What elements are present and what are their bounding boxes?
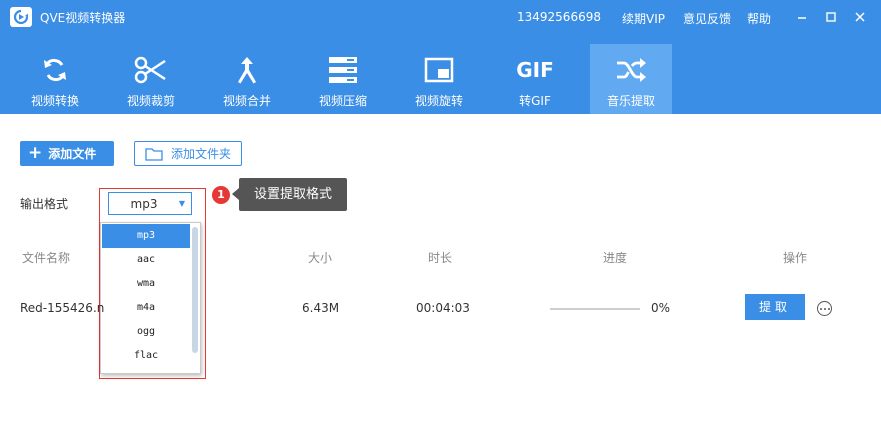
tab-to-gif[interactable]: GIF 转GIF <box>494 44 576 114</box>
column-header-duration: 时长 <box>428 251 453 265</box>
app-logo-icon <box>10 7 32 27</box>
output-format-select[interactable]: mp3 ▼ <box>108 192 192 215</box>
more-options-icon[interactable] <box>817 301 832 316</box>
compress-icon <box>329 57 357 83</box>
tab-video-convert[interactable]: 视频转换 <box>14 44 96 114</box>
maximize-icon[interactable] <box>823 9 839 25</box>
column-header-name: 文件名称 <box>22 251 71 265</box>
app-title: QVE视频转换器 <box>40 11 126 25</box>
title-bar: QVE视频转换器 13492566698 续期VIP 意见反馈 帮助 <box>0 0 881 34</box>
tab-video-crop[interactable]: 视频裁剪 <box>110 44 192 114</box>
tab-label: 视频旋转 <box>414 94 463 108</box>
column-header-actions: 操作 <box>783 251 808 265</box>
extract-button[interactable]: 提取 <box>745 294 805 320</box>
tab-label: 视频合并 <box>222 94 271 108</box>
add-folder-label: 添加文件夹 <box>171 147 232 161</box>
tab-label: 视频压缩 <box>318 94 367 108</box>
file-name: Red-155426.n <box>20 301 105 315</box>
add-file-button[interactable]: + 添加文件 <box>20 141 114 166</box>
tab-label: 音乐提取 <box>606 94 655 108</box>
column-header-size: 大小 <box>308 251 333 265</box>
app-header: QVE视频转换器 13492566698 续期VIP 意见反馈 帮助 视频转换 … <box>0 0 881 114</box>
tab-label: 视频裁剪 <box>126 94 175 108</box>
help-link[interactable]: 帮助 <box>747 10 771 27</box>
refresh-icon <box>44 58 66 82</box>
feedback-link[interactable]: 意见反馈 <box>683 10 731 27</box>
format-tooltip: 设置提取格式 <box>239 178 347 211</box>
format-option-wma[interactable]: wma <box>102 272 190 296</box>
close-icon[interactable] <box>852 9 868 25</box>
column-header-progress: 进度 <box>603 251 628 265</box>
add-file-label: 添加文件 <box>48 147 97 161</box>
output-format-label: 输出格式 <box>20 197 69 211</box>
renew-vip-link[interactable]: 续期VIP <box>622 10 665 27</box>
tooltip-arrow <box>232 188 239 200</box>
format-option-flac[interactable]: flac <box>102 344 190 368</box>
plus-icon: + <box>28 143 43 163</box>
file-size: 6.43M <box>302 301 340 315</box>
account-phone[interactable]: 13492566698 <box>517 10 601 24</box>
tab-video-rotate[interactable]: 视频旋转 <box>398 44 480 114</box>
tab-video-compress[interactable]: 视频压缩 <box>302 44 384 114</box>
file-duration: 00:04:03 <box>416 301 470 315</box>
folder-icon <box>145 147 163 161</box>
progress-percent: 0% <box>651 301 671 315</box>
scissors-icon <box>134 56 166 84</box>
shuffle-icon <box>617 58 646 82</box>
format-option-ogg[interactable]: ogg <box>102 320 190 344</box>
rotate-icon <box>424 57 454 83</box>
format-dropdown: mp3 aac wma m4a ogg flac <box>100 222 201 374</box>
dropdown-scrollbar[interactable] <box>192 227 198 353</box>
format-option-mp3[interactable]: mp3 <box>102 224 190 248</box>
minimize-icon[interactable] <box>794 9 810 25</box>
format-option-m4a[interactable]: m4a <box>102 296 190 320</box>
tab-label: 转GIF <box>519 94 551 108</box>
tab-label: 视频转换 <box>30 94 79 108</box>
format-option-aac[interactable]: aac <box>102 248 190 272</box>
add-folder-button[interactable]: 添加文件夹 <box>134 141 242 166</box>
selected-format: mp3 <box>130 197 158 211</box>
gif-icon: GIF <box>516 58 554 82</box>
progress-bar <box>550 308 640 310</box>
step-badge: 1 <box>212 186 230 204</box>
chevron-down-icon: ▼ <box>178 199 185 208</box>
merge-icon <box>238 57 256 84</box>
tab-video-merge[interactable]: 视频合并 <box>206 44 288 114</box>
tab-music-extract[interactable]: 音乐提取 <box>590 44 672 114</box>
